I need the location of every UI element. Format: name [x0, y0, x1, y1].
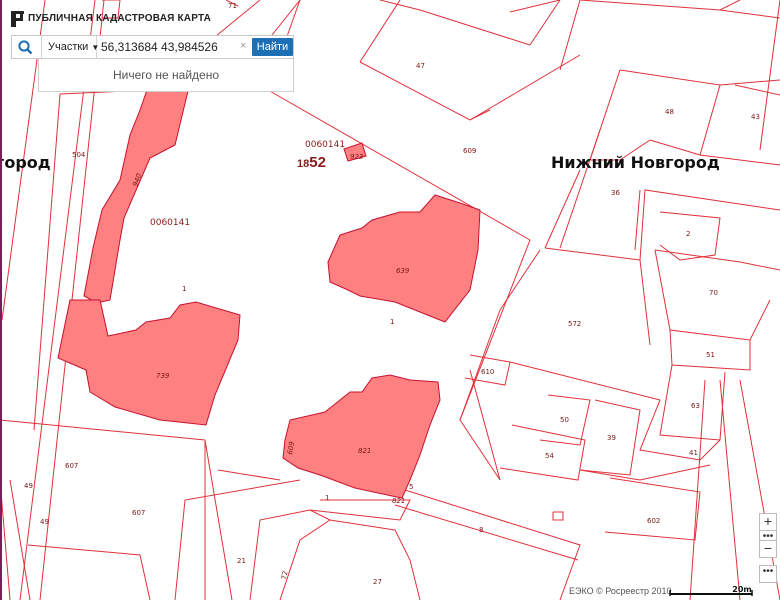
svg-text:50: 50: [560, 416, 569, 424]
building-639: [327, 194, 481, 323]
svg-text:923: 923: [350, 153, 363, 161]
logo-icon: [11, 11, 24, 27]
svg-text:39: 39: [607, 434, 616, 442]
svg-text:821: 821: [358, 447, 371, 455]
clear-icon[interactable]: ×: [240, 40, 246, 52]
svg-text:48: 48: [665, 108, 674, 116]
app-title: ПУБЛИЧНАЯ КАДАСТРОВАЯ КАРТА: [28, 13, 212, 24]
search-type-label: Участки: [48, 41, 89, 53]
svg-text:610: 610: [481, 368, 494, 376]
svg-text:49: 49: [24, 482, 33, 490]
find-button[interactable]: Найти: [252, 38, 293, 56]
svg-text:72: 72: [280, 570, 289, 580]
search-results: Ничего не найдено: [38, 59, 294, 92]
svg-text:Нижний Новгород: Нижний Новгород: [551, 153, 720, 172]
svg-text:63: 63: [691, 402, 700, 410]
highlight-number: 1852: [297, 154, 326, 171]
svg-text:1: 1: [325, 494, 329, 502]
svg-text:43: 43: [751, 113, 760, 121]
svg-text:город: город: [0, 153, 51, 172]
svg-text:41: 41: [689, 449, 698, 457]
quarter-labels: 0060141 0060141 1852: [150, 140, 345, 228]
svg-text:70: 70: [709, 289, 718, 297]
svg-text:0060141: 0060141: [150, 218, 190, 228]
svg-text:639: 639: [396, 267, 410, 275]
zoom-out-button[interactable]: −: [759, 540, 777, 558]
layers-menu-button[interactable]: •••: [759, 565, 777, 583]
svg-text:0060141: 0060141: [305, 140, 345, 150]
scale-bar: 20m: [669, 585, 753, 596]
svg-text:21: 21: [237, 557, 246, 565]
svg-text:609: 609: [463, 147, 476, 155]
search-box: Участки▼ × Найти: [11, 35, 294, 59]
svg-text:47: 47: [416, 62, 425, 70]
svg-text:1: 1: [390, 318, 394, 326]
building-821: [282, 374, 441, 499]
svg-text:602: 602: [647, 517, 660, 525]
svg-text:51: 51: [706, 351, 715, 359]
search-panel: ПУБЛИЧНАЯ КАДАСТРОВАЯ КАРТА Участки▼ × Н…: [11, 5, 296, 92]
svg-text:36: 36: [611, 189, 620, 197]
scale-label: 20m: [732, 585, 751, 594]
search-type-select[interactable]: Участки ▼: [41, 36, 100, 58]
svg-text:821: 821: [392, 497, 405, 505]
search-input[interactable]: [101, 39, 241, 55]
svg-text:27: 27: [373, 578, 382, 586]
side-accent-bar: [0, 0, 2, 600]
svg-text:739: 739: [156, 372, 170, 380]
svg-text:5: 5: [409, 483, 413, 491]
svg-text:607: 607: [132, 509, 145, 517]
svg-text:54: 54: [545, 452, 554, 460]
building-739: [57, 299, 241, 426]
building-940: [83, 89, 189, 304]
svg-text:504: 504: [72, 151, 86, 159]
zoom-in-button[interactable]: +: [759, 513, 777, 531]
buildings: [57, 89, 481, 499]
search-icon[interactable]: [17, 39, 35, 55]
caret-down-icon: ▼: [91, 43, 100, 52]
svg-text:8: 8: [479, 526, 483, 534]
svg-text:1: 1: [182, 285, 186, 293]
svg-text:572: 572: [568, 320, 581, 328]
svg-text:607: 607: [65, 462, 78, 470]
svg-text:2: 2: [686, 230, 690, 238]
attribution: ЕЭКО © Росреестр 2010: [569, 586, 672, 596]
svg-text:49: 49: [40, 518, 49, 526]
